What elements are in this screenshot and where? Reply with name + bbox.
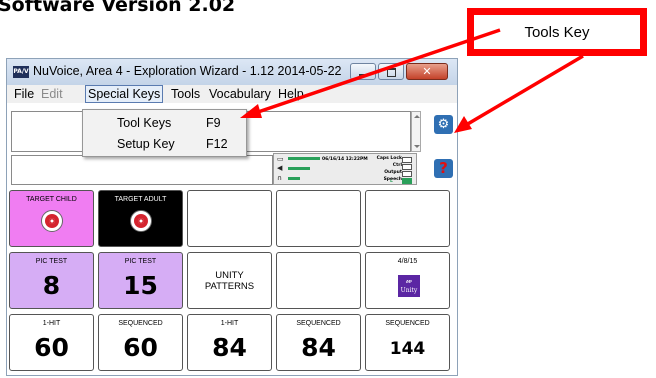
arrow-to-tools-icon [465, 54, 584, 127]
arrowhead-tool-keys [240, 104, 262, 118]
arrow-to-tool-keys [257, 28, 501, 114]
annotation-arrows [240, 28, 584, 133]
